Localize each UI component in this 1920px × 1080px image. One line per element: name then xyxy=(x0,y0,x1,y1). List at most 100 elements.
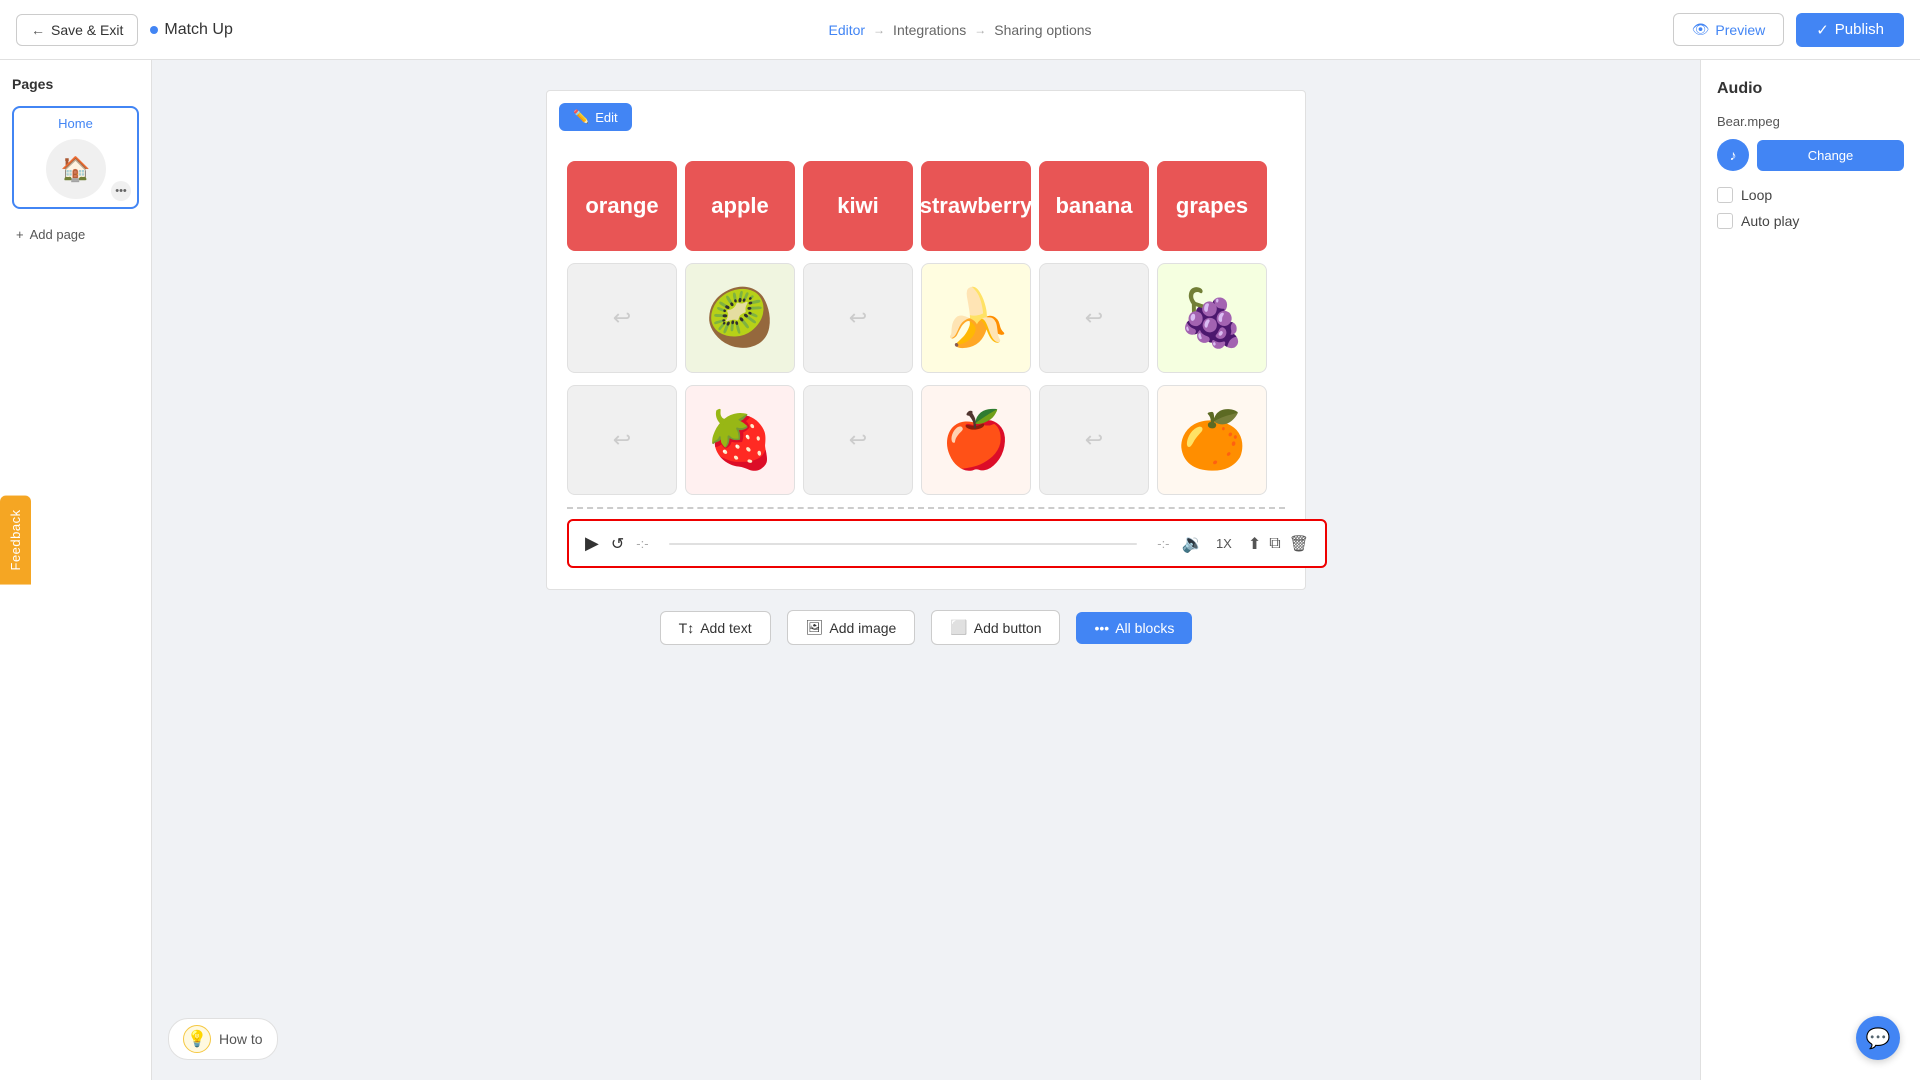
grapes-image: 🍇 xyxy=(1177,290,1247,346)
play-button[interactable]: ▶ xyxy=(585,533,599,554)
edit-button[interactable]: ✏️ Edit xyxy=(559,103,632,131)
img-cell-1-6[interactable]: 🍇 xyxy=(1157,263,1267,373)
button-icon: ⬜ xyxy=(950,619,967,636)
page-card-home[interactable]: Home 🏠 ••• xyxy=(12,106,139,209)
feedback-tab[interactable]: Feedback xyxy=(0,495,31,584)
add-image-label: Add image xyxy=(829,620,896,636)
loop-checkbox[interactable] xyxy=(1717,187,1733,203)
topbar-left: Save & Exit Match Up xyxy=(16,14,233,46)
plus-icon: + xyxy=(16,227,24,242)
how-to-label: How to xyxy=(219,1031,263,1047)
add-text-label: Add text xyxy=(700,620,751,636)
redo-icon-2-1: ↩ xyxy=(613,427,631,453)
all-blocks-button[interactable]: ••• All blocks xyxy=(1076,612,1192,644)
bottom-toolbar: T↕ Add text 🖼 Add image ⬜ Add button •••… xyxy=(660,610,1193,645)
img-cell-2-4[interactable]: 🍎 xyxy=(921,385,1031,495)
audio-player[interactable]: ▶ ↺ -:- -:- 🔉 1X ⬆ ⧉ 🗑 xyxy=(567,519,1327,568)
time-end: -:- xyxy=(1157,536,1169,551)
add-button-button[interactable]: ⬜ Add button xyxy=(931,610,1060,645)
speed-label[interactable]: 1X xyxy=(1216,536,1232,551)
img-cell-1-3[interactable]: ↩ xyxy=(803,263,913,373)
check-icon: ✓ xyxy=(1816,21,1829,39)
sidebar-title: Pages xyxy=(12,76,139,92)
save-exit-label: Save & Exit xyxy=(51,22,123,38)
player-track[interactable] xyxy=(669,543,1138,545)
img-cell-1-2[interactable]: 🥝 xyxy=(685,263,795,373)
nav-editor[interactable]: Editor xyxy=(828,22,865,38)
add-button-label: Add button xyxy=(974,620,1042,636)
label-orange[interactable]: orange xyxy=(567,161,677,251)
apple-image: 🍎 xyxy=(941,412,1011,468)
main-content: ✏️ Edit orange apple kiwi strawberry ban… xyxy=(152,60,1700,1080)
preview-label: Preview xyxy=(1715,22,1765,38)
autoplay-checkbox[interactable] xyxy=(1717,213,1733,229)
audio-play-button[interactable]: ♪ xyxy=(1717,139,1749,171)
chat-bubble-button[interactable]: 💬 xyxy=(1856,1016,1900,1060)
autoplay-row: Auto play xyxy=(1717,213,1904,229)
audio-filename: Bear.mpeg xyxy=(1717,114,1904,129)
separator xyxy=(567,507,1285,509)
add-page-label: Add page xyxy=(30,227,86,242)
kiwi-image: 🥝 xyxy=(705,290,775,346)
rewind-button[interactable]: ↺ xyxy=(611,534,624,554)
topbar-right: 👁 Preview ✓ Publish xyxy=(1673,13,1904,47)
right-panel: Audio Bear.mpeg ♪ Change Loop Auto play xyxy=(1700,60,1920,1080)
pencil-icon: ✏️ xyxy=(573,109,589,125)
eye-icon: 👁 xyxy=(1692,21,1710,38)
label-strawberry[interactable]: strawberry xyxy=(921,161,1031,251)
add-text-button[interactable]: T↕ Add text xyxy=(660,611,771,645)
img-cell-1-5[interactable]: ↩ xyxy=(1039,263,1149,373)
autoplay-label: Auto play xyxy=(1741,213,1799,229)
fruit-labels-row: orange apple kiwi strawberry banana grap… xyxy=(567,161,1285,251)
change-audio-button[interactable]: Change xyxy=(1757,140,1904,171)
label-apple[interactable]: apple xyxy=(685,161,795,251)
status-dot xyxy=(150,26,158,34)
img-cell-2-3[interactable]: ↩ xyxy=(803,385,913,495)
img-cell-2-1[interactable]: ↩ xyxy=(567,385,677,495)
page-menu-button[interactable]: ••• xyxy=(111,181,131,201)
topbar-center: Editor → Integrations → Sharing options xyxy=(828,22,1091,38)
page-label: Home xyxy=(58,116,93,131)
redo-icon-1-1: ↩ xyxy=(613,305,631,331)
edit-label: Edit xyxy=(595,110,617,125)
redo-icon-1-5: ↩ xyxy=(1085,305,1103,331)
nav-arrow-1: → xyxy=(873,23,885,37)
label-grapes[interactable]: grapes xyxy=(1157,161,1267,251)
nav-integrations[interactable]: Integrations xyxy=(893,22,966,38)
panel-title: Audio xyxy=(1717,80,1904,98)
redo-icon-1-3: ↩ xyxy=(849,305,867,331)
blocks-icon: ••• xyxy=(1094,620,1109,636)
preview-button[interactable]: 👁 Preview xyxy=(1673,13,1785,46)
lightbulb-icon: 💡 xyxy=(183,1025,211,1053)
audio-player-panel: ♪ Change xyxy=(1717,139,1904,171)
match-up-label: Match Up xyxy=(150,21,232,39)
how-to-button[interactable]: 💡 How to xyxy=(168,1018,278,1060)
volume-icon[interactable]: 🔉 xyxy=(1182,533,1204,554)
banana-image: 🍌 xyxy=(941,290,1011,346)
nav-sharing[interactable]: Sharing options xyxy=(994,22,1091,38)
delete-button[interactable]: 🗑 xyxy=(1289,534,1309,554)
label-banana[interactable]: banana xyxy=(1039,161,1149,251)
label-kiwi[interactable]: kiwi xyxy=(803,161,913,251)
orange-image: 🍊 xyxy=(1177,412,1247,468)
loop-label: Loop xyxy=(1741,187,1772,203)
img-cell-2-2[interactable]: 🍓 xyxy=(685,385,795,495)
add-page-button[interactable]: + Add page xyxy=(12,223,139,246)
loop-row: Loop xyxy=(1717,187,1904,203)
publish-button[interactable]: ✓ Publish xyxy=(1796,13,1904,47)
all-blocks-label: All blocks xyxy=(1115,620,1174,636)
publish-label: Publish xyxy=(1835,21,1884,38)
fruit-images-row1: ↩ 🥝 ↩ 🍌 ↩ 🍇 xyxy=(567,263,1285,373)
main-layout: Pages Home 🏠 ••• + Add page ✏️ Edit oran… xyxy=(0,60,1920,1080)
match-grid: orange apple kiwi strawberry banana grap… xyxy=(567,161,1285,495)
save-exit-button[interactable]: Save & Exit xyxy=(16,14,138,46)
img-cell-1-4[interactable]: 🍌 xyxy=(921,263,1031,373)
upload-button[interactable]: ⬆ xyxy=(1248,534,1261,554)
img-cell-1-1[interactable]: ↩ xyxy=(567,263,677,373)
img-cell-2-5[interactable]: ↩ xyxy=(1039,385,1149,495)
copy-button[interactable]: ⧉ xyxy=(1269,535,1280,553)
nav-arrow-2: → xyxy=(974,23,986,37)
img-cell-2-6[interactable]: 🍊 xyxy=(1157,385,1267,495)
redo-icon-2-3: ↩ xyxy=(849,427,867,453)
add-image-button[interactable]: 🖼 Add image xyxy=(787,610,916,645)
